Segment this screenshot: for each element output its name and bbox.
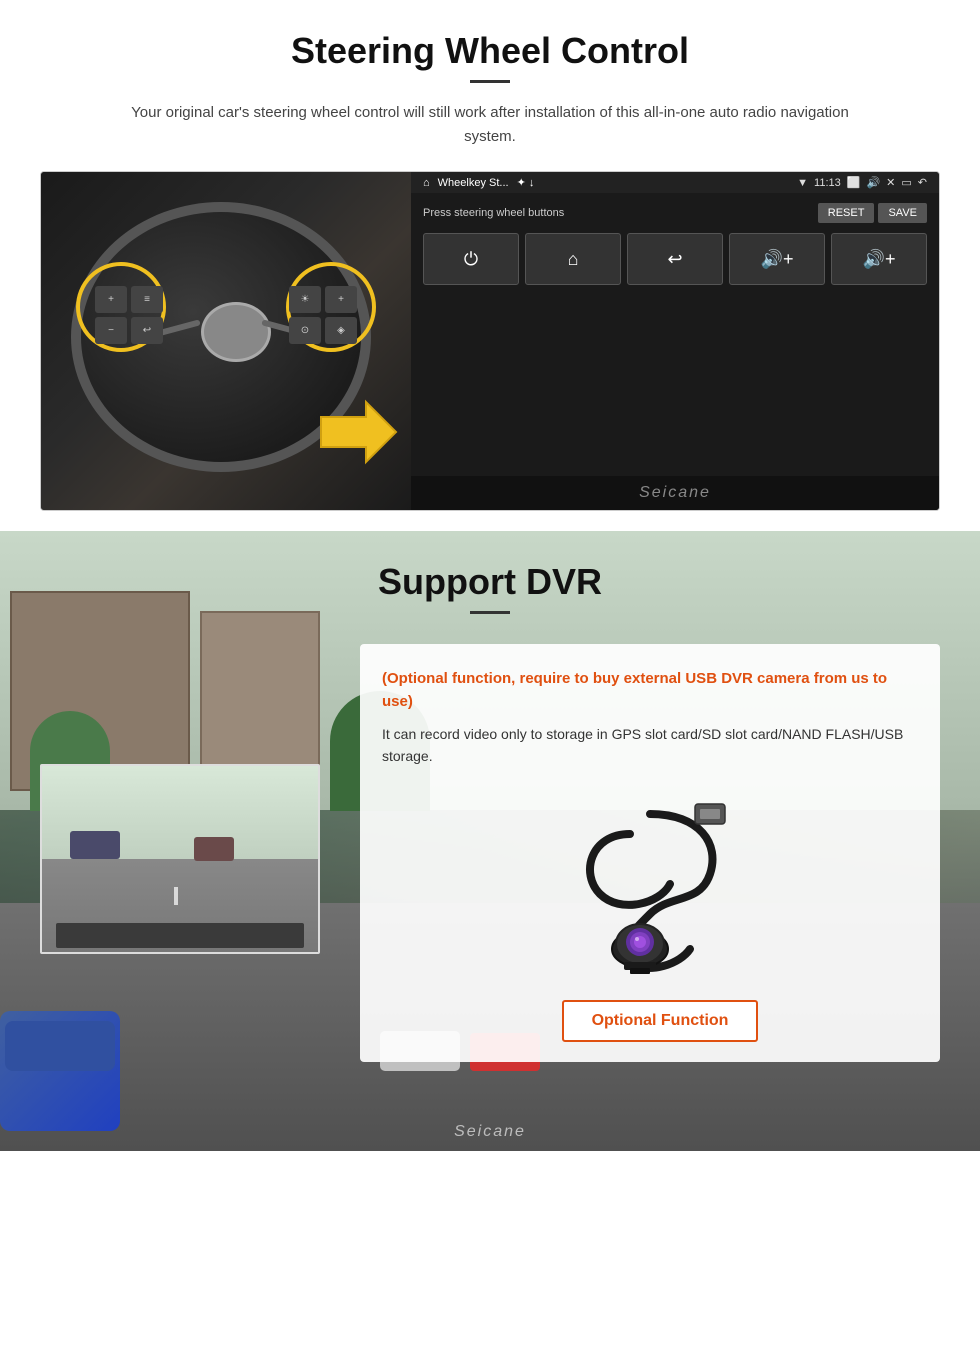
control-vol-down: 🔊+: [831, 233, 927, 285]
seicane-watermark-1: Seicane: [411, 476, 939, 510]
dvr-left-panel: [40, 764, 340, 954]
reset-button[interactable]: RESET: [818, 203, 875, 223]
instruction-text: Press steering wheel buttons: [423, 207, 564, 219]
steering-title: Steering Wheel Control: [40, 30, 940, 72]
steering-wheel-photo: + ≡ − ↩ ☀ + ⊙ ◈: [41, 172, 411, 511]
steering-composite-image: + ≡ − ↩ ☀ + ⊙ ◈ ⌂: [40, 171, 940, 511]
dvr-section: Support DVR (Optional fu: [0, 531, 980, 1151]
dvr-description: It can record video only to storage in G…: [382, 723, 918, 768]
dvr-title-divider: [470, 611, 510, 614]
instruction-bar: Press steering wheel buttons RESET SAVE: [423, 203, 927, 223]
seicane-watermark-2: Seicane: [0, 1123, 980, 1141]
cast-icon: ▭: [901, 176, 911, 189]
time-display: 11:13: [814, 177, 841, 189]
hu-content: Press steering wheel buttons RESET SAVE …: [411, 193, 939, 476]
dvr-main-row: (Optional function, require to buy exter…: [40, 644, 940, 1062]
dvr-camera-svg: [550, 794, 750, 974]
control-vol-up: 🔊+: [729, 233, 825, 285]
volume-icon: 🔊: [866, 176, 880, 189]
control-grid: ⏻ ⌂ ↩ 🔊+ 🔊+: [423, 233, 927, 285]
dvr-camera-image: [382, 784, 918, 984]
dvr-optional-notice: (Optional function, require to buy exter…: [382, 668, 918, 713]
app-name: Wheelkey St...: [438, 177, 509, 189]
control-home: ⌂: [525, 233, 621, 285]
back-icon: ↶: [918, 176, 927, 189]
steering-title-divider: [470, 80, 510, 83]
screen-icon: ✕: [886, 176, 895, 189]
head-unit-screen: ⌂ Wheelkey St... ✦ ↓ ▼ 11:13 ⬜ 🔊 ✕ ▭ ↶ P…: [411, 172, 939, 510]
status-bar: ⌂ Wheelkey St... ✦ ↓ ▼ 11:13 ⬜ 🔊 ✕ ▭ ↶: [411, 172, 939, 193]
control-power: ⏻: [423, 233, 519, 285]
signal-icon: ✦ ↓: [517, 176, 535, 189]
control-back: ↩: [627, 233, 723, 285]
steering-wheel-section: Steering Wheel Control Your original car…: [0, 0, 980, 531]
optional-function-button[interactable]: Optional Function: [562, 1000, 759, 1042]
dvr-content-wrapper: Support DVR (Optional fu: [0, 531, 980, 1092]
home-icon: ⌂: [423, 177, 430, 189]
steering-subtitle: Your original car's steering wheel contr…: [110, 101, 870, 149]
arrow-icon: [311, 397, 401, 472]
dvr-title: Support DVR: [40, 561, 940, 603]
dvr-screenshot: [40, 764, 320, 954]
camera-icon: ⬜: [847, 176, 861, 189]
wifi-icon: ▼: [797, 177, 808, 189]
dvr-info-panel: (Optional function, require to buy exter…: [360, 644, 940, 1062]
save-button[interactable]: SAVE: [878, 203, 927, 223]
